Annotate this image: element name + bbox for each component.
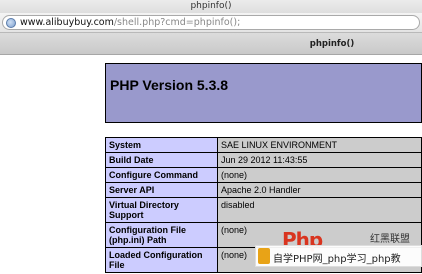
row-value: disabled — [217, 197, 422, 223]
globe-icon — [6, 18, 16, 28]
url-host: www.alibuybuy.com — [20, 17, 114, 28]
badge-icon — [258, 248, 270, 264]
row-value: Jun 29 2012 11:43:55 — [217, 152, 422, 168]
table-row: System SAE LINUX ENVIRONMENT — [105, 137, 422, 153]
table-row: Virtual Directory Support disabled — [105, 197, 422, 223]
php-version-header: PHP Version 5.3.8 — [105, 63, 422, 123]
window-title: phpinfo() — [190, 1, 232, 11]
table-row: Configure Command (none) — [105, 167, 422, 183]
row-key: Virtual Directory Support — [105, 197, 218, 223]
watermark-banner-text: 自学PHP网_php学习_php教 — [273, 254, 401, 265]
table-row: Build Date Jun 29 2012 11:43:55 — [105, 152, 422, 168]
row-value: SAE LINUX ENVIRONMENT — [217, 137, 422, 153]
window-titlebar: phpinfo() — [0, 0, 422, 13]
row-value: (none) — [217, 167, 422, 183]
row-key: System — [105, 137, 218, 153]
row-key: Build Date — [105, 152, 218, 168]
row-key: Server API — [105, 182, 218, 198]
tab-bar: phpinfo() — [0, 33, 422, 55]
row-key: Configuration File (php.ini) Path — [105, 222, 218, 248]
table-row: Server API Apache 2.0 Handler — [105, 182, 422, 198]
page-title: PHP Version 5.3.8 — [110, 77, 229, 93]
tab-phpinfo[interactable]: phpinfo() — [0, 39, 422, 49]
address-bar: www.alibuybuy.com/shell.php?cmd=phpinfo(… — [0, 13, 422, 33]
row-key: Loaded Configuration File — [105, 247, 218, 273]
watermark-banner: 自学PHP网_php学习_php教 — [255, 245, 422, 267]
watermark-side-text: 红黑联盟 — [370, 234, 410, 245]
url-input[interactable]: www.alibuybuy.com/shell.php?cmd=phpinfo(… — [2, 15, 420, 30]
row-value: Apache 2.0 Handler — [217, 182, 422, 198]
url-path: /shell.php?cmd=phpinfo(); — [113, 17, 241, 28]
url-text[interactable]: www.alibuybuy.com/shell.php?cmd=phpinfo(… — [20, 17, 240, 28]
row-key: Configure Command — [105, 167, 218, 183]
